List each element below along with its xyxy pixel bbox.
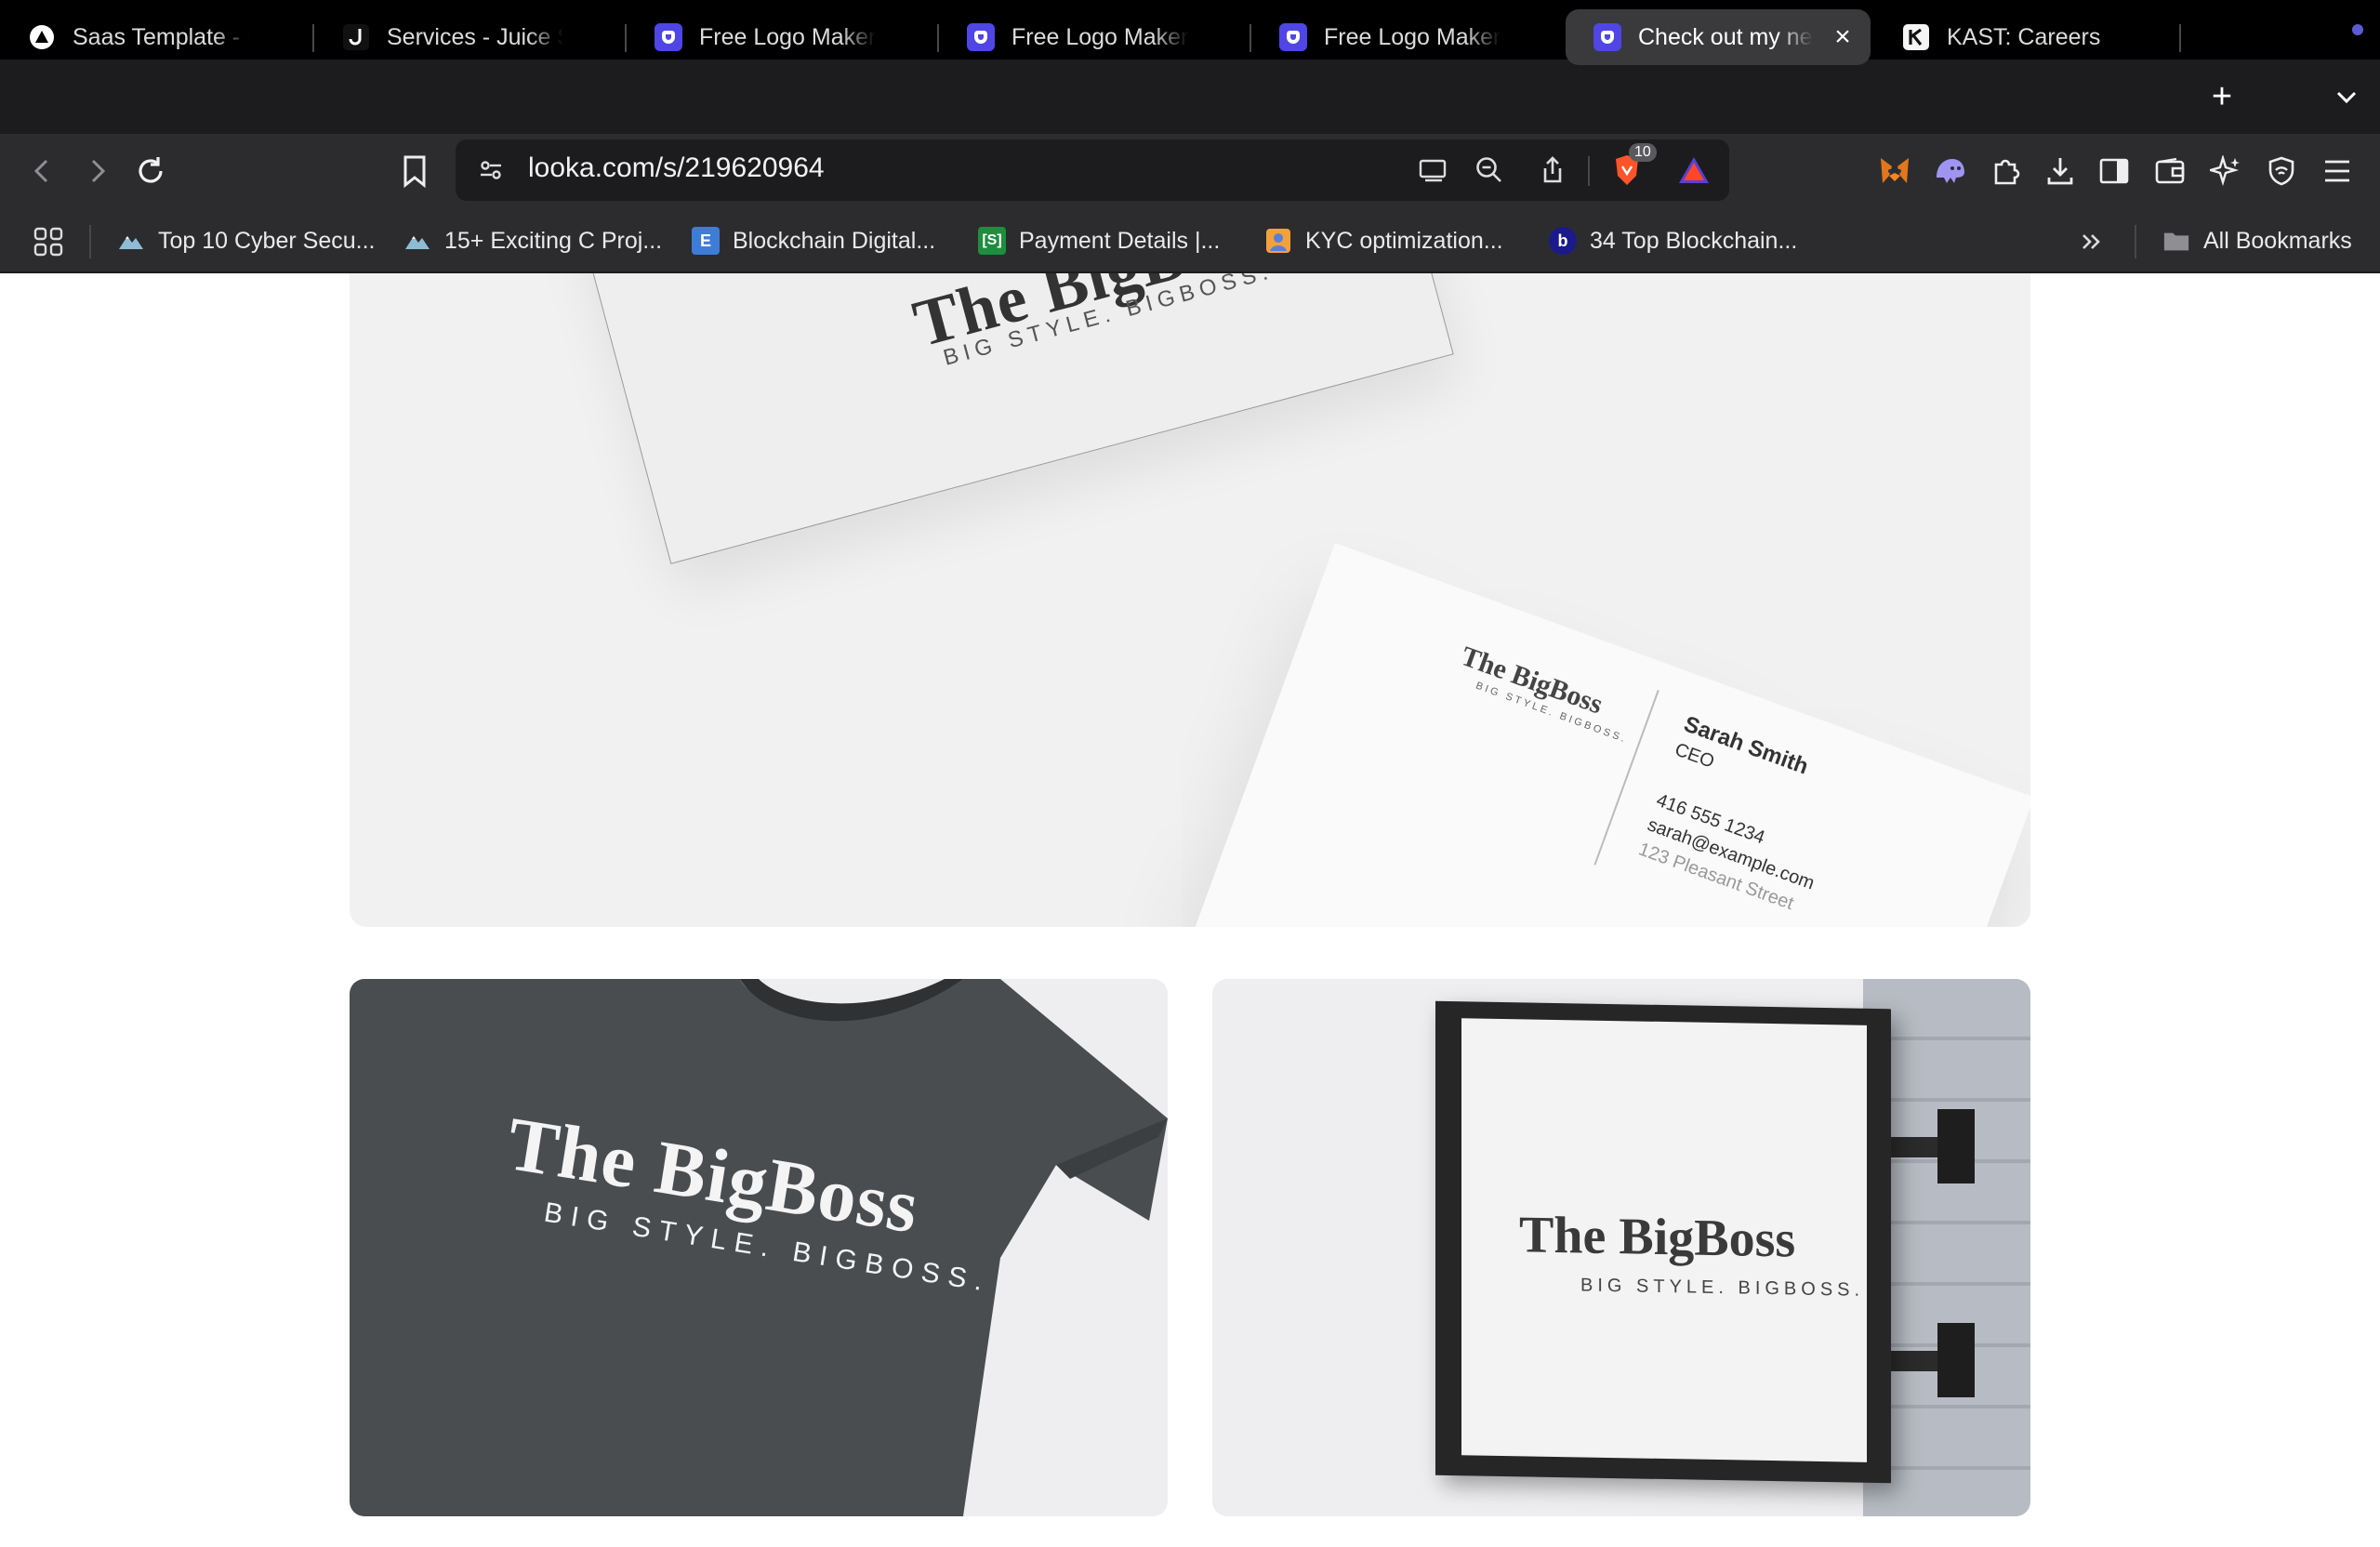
bracket-plate-top [1937,1109,1975,1183]
tab-title: Services - Juice Salo [387,23,563,50]
vpn-shield-icon[interactable] [2259,149,2304,193]
e-icon: E [692,227,720,255]
business-card-mockup: The BigBoss BIG STYLE. BIGBOSS. Sarah Sm… [350,273,2030,927]
tab-free-logo-maker-3[interactable]: Free Logo Maker - Ge [1251,9,1558,65]
tab-check-out-my-new[interactable]: Check out my ne × [1566,9,1871,65]
tab-divider [2179,24,2181,52]
shields-count-badge: 10 [1629,143,1657,162]
url-text: looka.com/s/219620964 [528,152,825,183]
browser-toolbar: looka.com/s/219620964 10 [0,134,2380,208]
reload-button[interactable] [126,147,175,195]
back-button[interactable] [19,147,67,195]
signage-mockup: The BigBoss BIG STYLE. BIGBOSS. [1212,979,2030,1516]
bookmark-label: 34 Top Blockchain... [1590,227,1798,254]
downloads-icon[interactable] [2038,149,2082,193]
bookmark-page-icon[interactable] [392,149,437,193]
tab-kast-careers[interactable]: KAST: Careers [1874,9,2181,65]
apps-grid-icon[interactable] [26,219,71,264]
looka-logo-icon [1592,21,1623,53]
site-settings-icon[interactable] [469,148,513,192]
sign-face: The BigBoss BIG STYLE. BIGBOSS. [1461,1018,1867,1462]
zoom-out-icon[interactable] [1467,148,1512,192]
tab-title: Check out my ne [1638,23,1813,50]
sign-brand: The BigBoss [1519,1206,1796,1269]
address-bar[interactable]: looka.com/s/219620964 10 [456,139,1729,201]
tab-saas-template[interactable]: Saas Template - Eldo [0,9,307,65]
bookmark-divider [2135,225,2136,258]
bracket-plate-bottom [1937,1323,1975,1397]
tab-title: Saas Template - Eldo [73,23,249,50]
triangle-logo-icon [26,21,58,53]
extensions-puzzle-icon[interactable] [1984,149,2029,193]
url-divider [1588,156,1590,186]
bookmark-kyc-optimization[interactable]: KYC optimization... [1264,223,1503,258]
tab-juice-salon[interactable]: Services - Juice Salo [314,9,621,65]
leo-ai-sparkle-icon[interactable] [2203,149,2248,193]
kyc-icon [1264,227,1292,255]
business-card-back: The BigBoss BIG STYLE. BIGBOSS. Sarah Sm… [1185,543,2030,927]
phantom-wallet-icon[interactable] [1928,149,1973,193]
card-divider [1593,690,1659,866]
tshirt-mockup: The BigBoss BIG STYLE. BIGBOSS. [350,979,1168,1516]
tab-title: Free Logo Maker - Ge [1012,23,1188,50]
status-dot-icon [2352,24,2363,35]
tab-free-logo-maker-2[interactable]: Free Logo Maker - Ge [939,9,1246,65]
sign-frame: The BigBoss BIG STYLE. BIGBOSS. [1435,1000,1891,1484]
folder-icon [2162,227,2190,255]
menu-hamburger-icon[interactable] [2315,149,2360,193]
mountain-icon [117,227,145,255]
sign-slogan: BIG STYLE. BIGBOSS. [1580,1275,1865,1301]
b-icon: b [1549,227,1577,255]
metamask-fox-icon[interactable] [1872,149,1917,193]
tab-list-chevron-icon[interactable] [2319,69,2374,125]
more-bookmarks-chevron-icon[interactable] [2069,219,2114,264]
s-icon: [S] [978,227,1006,255]
tab-title: Free Logo Maker - Ge [1324,23,1501,50]
bookmark-15-exciting-c[interactable]: 15+ Exciting C Proj... [403,223,662,258]
brave-rewards-icon[interactable] [1672,148,1716,192]
bookmark-label: 15+ Exciting C Proj... [444,227,663,254]
bookmark-label: Payment Details |... [1019,227,1221,254]
tab-title: KAST: Careers [1947,23,2101,50]
tab-title: Free Logo Maker - Ge [699,23,876,50]
looka-logo-icon [1277,21,1309,53]
share-icon[interactable] [1530,148,1575,192]
bookmarks-bar: Top 10 Cyber Secu... 15+ Exciting C Proj… [0,208,2380,273]
close-tab-icon[interactable]: × [1828,22,1858,52]
looka-logo-icon [653,21,684,53]
bookmark-top-10-cyber[interactable]: Top 10 Cyber Secu... [117,223,375,258]
bookmark-payment-details[interactable]: [S] Payment Details |... [978,223,1220,258]
tab-free-logo-maker-1[interactable]: Free Logo Maker - Ge [627,9,933,65]
business-card-front: The BigBoss BIG STYLE. BIGBOSS. [536,273,1454,564]
bookmark-label: Top 10 Cyber Secu... [158,227,376,254]
looka-logo-icon [965,21,997,53]
all-bookmarks-label: All Bookmarks [2203,227,2352,254]
all-bookmarks-folder[interactable]: All Bookmarks [2162,223,2352,258]
wallet-icon[interactable] [2148,149,2192,193]
kast-logo-icon [1900,21,1932,53]
new-tab-button[interactable]: + [2194,69,2250,125]
bookmark-label: Blockchain Digital... [733,227,936,254]
bookmark-divider [89,225,91,258]
tab-bar [0,60,2380,134]
sidebar-toggle-icon[interactable] [2092,149,2136,193]
juice-logo-icon [340,21,372,53]
bookmark-label: KYC optimization... [1305,227,1503,254]
bookmark-blockchain-digital[interactable]: E Blockchain Digital... [692,223,935,258]
cast-icon[interactable] [1411,148,1456,192]
forward-button[interactable] [73,147,121,195]
mountain-icon [403,227,431,255]
bookmark-34-top-blockchain[interactable]: b 34 Top Blockchain... [1549,223,1797,258]
